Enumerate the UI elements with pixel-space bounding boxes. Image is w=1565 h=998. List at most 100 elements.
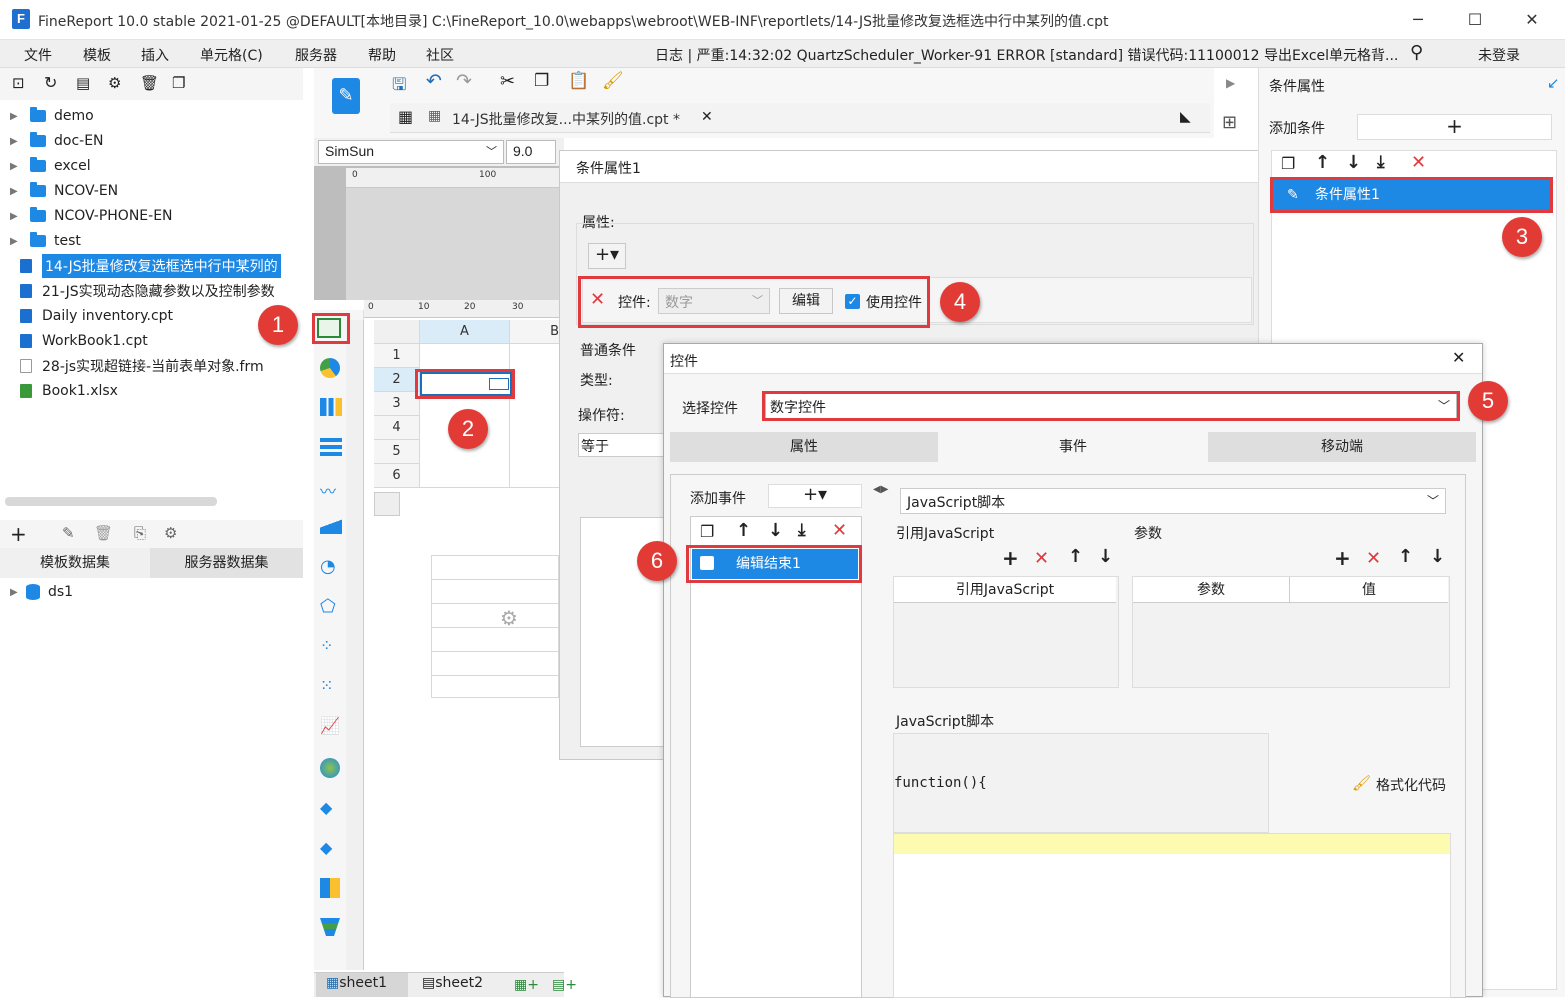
menu-server[interactable]: 服务器 — [295, 45, 337, 65]
column-b-cells[interactable] — [510, 344, 560, 488]
delete-ref-js-icon[interactable]: ✕ — [1034, 548, 1049, 569]
maximize-button[interactable]: ☐ — [1453, 6, 1497, 34]
tab-template-dataset[interactable]: 模板数据集 — [0, 548, 150, 578]
row-header[interactable]: 4 — [374, 416, 420, 440]
dataset-settings-icon[interactable]: ⚙ — [164, 524, 177, 542]
row-header[interactable]: 6 — [374, 464, 420, 488]
copy-icon[interactable]: ❐ — [700, 522, 714, 541]
tree-file[interactable]: 28-js实现超链接-当前表单对象.frm — [0, 354, 264, 378]
row-header[interactable]: 2 — [374, 368, 420, 392]
script-type-select[interactable]: JavaScript脚本 ﹀ — [900, 488, 1446, 514]
add-row-button[interactable] — [374, 492, 400, 516]
tab-menu-icon[interactable]: ◣ — [1180, 109, 1191, 125]
bar-chart-icon[interactable] — [320, 398, 342, 416]
tree-folder-test[interactable]: ▶ test — [10, 229, 81, 253]
expand-icon[interactable]: ↙ — [1547, 74, 1560, 92]
preview-icon[interactable]: ⎘ — [134, 524, 146, 542]
edit-icon[interactable]: ✎ — [62, 524, 75, 542]
new-folder-icon[interactable]: ⊡ — [12, 74, 25, 92]
radar-icon[interactable]: ⬠ — [320, 596, 336, 617]
template-icon[interactable]: ▤ — [76, 74, 90, 92]
menu-template[interactable]: 模板 — [83, 45, 111, 65]
tree-file[interactable]: Book1.xlsx — [0, 379, 118, 403]
move-up-icon[interactable]: ↑ — [736, 520, 751, 541]
move-up-icon[interactable]: ↑ — [1315, 152, 1330, 173]
move-bottom-icon[interactable]: ⤓ — [1377, 152, 1385, 172]
delete-icon[interactable]: 🗑 — [94, 524, 113, 542]
sheet-tab-1[interactable]: ▦sheet1 — [316, 973, 408, 997]
row-header[interactable]: 3 — [374, 392, 420, 416]
scatter-icon[interactable]: ⁘ — [320, 636, 333, 655]
column-header-b[interactable]: B — [510, 320, 560, 344]
ref-js-down-icon[interactable]: ↓ — [1098, 546, 1113, 567]
param-up-icon[interactable]: ↑ — [1398, 546, 1413, 567]
add-event-button[interactable]: +▾ — [768, 484, 862, 508]
copy-icon[interactable]: ❐ — [534, 71, 549, 91]
cut-icon[interactable]: ✂ — [500, 71, 515, 92]
delete-icon[interactable]: ✕ — [832, 520, 847, 541]
tree-file[interactable]: 21-JS实现动态隐藏参数以及控制参数 — [0, 279, 275, 303]
refresh-icon[interactable]: ↻ — [44, 73, 57, 92]
heatmap-icon[interactable]: ◆ — [320, 838, 332, 857]
tab-events[interactable]: 事件 — [938, 432, 1208, 462]
tree-folder-demo[interactable]: ▶ demo — [10, 104, 94, 128]
tree-file[interactable]: Daily inventory.cpt — [0, 304, 173, 328]
log-message[interactable]: 日志 | 严重:14:32:02 QuartzScheduler_Worker-… — [655, 45, 1400, 65]
close-icon[interactable]: ✕ — [1452, 348, 1465, 367]
add-param-icon[interactable]: + — [1334, 546, 1351, 570]
format-code-button[interactable]: 格式化代码 — [1376, 775, 1446, 795]
tree-file[interactable]: WorkBook1.cpt — [0, 329, 148, 353]
add-dataset-icon[interactable]: + — [10, 522, 27, 546]
pie-chart-icon[interactable] — [320, 358, 340, 378]
area-chart-icon[interactable] — [320, 518, 342, 534]
ref-js-up-icon[interactable]: ↑ — [1068, 546, 1083, 567]
cell-attributes-icon[interactable]: ⊞ — [1222, 112, 1237, 133]
settings-icon[interactable]: ⚙ — [108, 74, 121, 92]
tree-folder-excel[interactable]: ▶ excel — [10, 154, 91, 178]
operator-select[interactable]: 等于 — [578, 433, 664, 457]
combo-chart-icon[interactable]: 📈 — [320, 716, 340, 735]
paste-icon[interactable]: 📋 — [568, 71, 589, 91]
line-chart-icon[interactable]: 〰 — [320, 478, 336, 502]
move-down-icon[interactable]: ↓ — [768, 520, 783, 541]
add-attribute-button[interactable]: +▾ — [588, 243, 626, 269]
menu-file[interactable]: 文件 — [24, 45, 52, 65]
add-sheet-icon[interactable]: ▦+ — [514, 977, 539, 993]
add-condition-button[interactable]: + — [1357, 114, 1552, 140]
format-code-icon[interactable]: 🖌 — [1352, 774, 1371, 792]
menu-insert[interactable]: 插入 — [141, 45, 169, 65]
add-poly-sheet-icon[interactable]: ▤+ — [552, 977, 577, 993]
menu-cell[interactable]: 单元格(C) — [200, 45, 263, 65]
treemap-icon[interactable] — [320, 878, 340, 898]
delete-icon[interactable]: ✕ — [1411, 152, 1426, 173]
tab-server-dataset[interactable]: 服务器数据集 — [150, 548, 303, 578]
redo-icon[interactable]: ↷ — [456, 70, 472, 92]
copy-icon[interactable]: ❐ — [1281, 154, 1295, 173]
close-button[interactable]: ✕ — [1510, 6, 1554, 34]
add-ref-js-icon[interactable]: + — [1002, 546, 1019, 570]
tree-folder-doc-en[interactable]: ▶ doc-EN — [10, 129, 104, 153]
delete-param-icon[interactable]: ✕ — [1366, 548, 1381, 569]
tree-file-selected[interactable]: 14-JS批量修改复选框选中行中某列的 — [0, 254, 281, 278]
format-painter-icon[interactable]: 🖌 — [602, 71, 624, 91]
tree-folder-ncov-phone-en[interactable]: ▶ NCOV-PHONE-EN — [10, 204, 173, 228]
grid-corner[interactable] — [374, 320, 420, 344]
map-icon[interactable] — [320, 758, 340, 778]
splitter-arrows-icon[interactable]: ◀▶ — [873, 484, 888, 495]
menu-help[interactable]: 帮助 — [368, 45, 396, 65]
dataset-item[interactable]: ▶ ds1 — [10, 580, 73, 604]
tab-mobile[interactable]: 移动端 — [1208, 432, 1476, 462]
tree-folder-ncov-en[interactable]: ▶ NCOV-EN — [10, 179, 118, 203]
undo-icon[interactable]: ↶ — [426, 70, 442, 92]
search-icon[interactable]: ⚲ — [1410, 42, 1423, 63]
save-icon[interactable]: 🖫 — [392, 72, 406, 101]
gauge-icon[interactable]: ◔ — [320, 556, 336, 577]
code-editor[interactable] — [893, 833, 1451, 998]
move-bottom-icon[interactable]: ⤓ — [798, 520, 806, 540]
copy-icon[interactable]: ❐ — [172, 74, 185, 92]
collapse-arrow-icon[interactable]: ▶ — [1226, 76, 1235, 90]
template-tab-title[interactable]: 14-JS批量修改复...中某列的值.cpt * — [452, 109, 680, 129]
delete-icon[interactable]: 🗑 — [140, 74, 159, 92]
font-size-select[interactable]: 9.0 — [506, 140, 556, 164]
horizontal-bar-icon[interactable] — [320, 438, 342, 456]
